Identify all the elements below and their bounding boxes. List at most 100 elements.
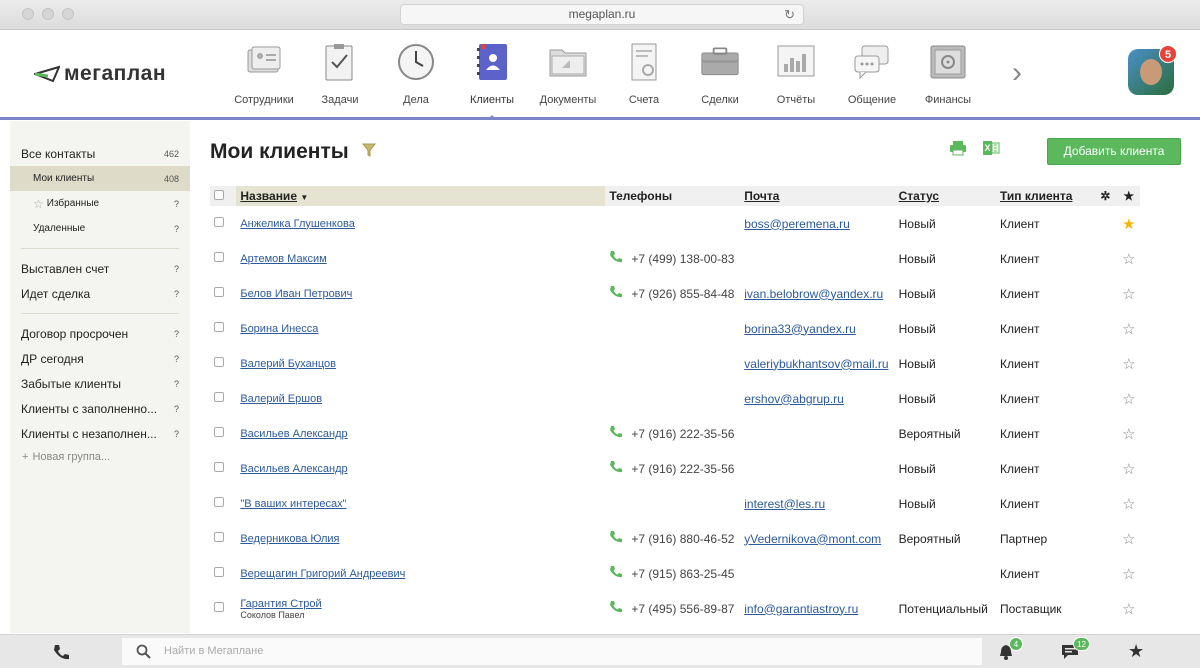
reload-icon[interactable]: ↻ bbox=[784, 5, 795, 24]
client-name-link[interactable]: "В ваших интересах" bbox=[240, 498, 346, 510]
sidebar-item-all-contacts[interactable]: Все контакты 462 bbox=[10, 141, 190, 166]
favorite-star-icon[interactable]: ☆ bbox=[1118, 241, 1140, 276]
row-checkbox[interactable] bbox=[214, 532, 224, 542]
favorite-star-icon[interactable]: ☆ bbox=[1118, 311, 1140, 346]
favorites-star-icon[interactable]: ★ bbox=[1128, 641, 1144, 662]
sidebar-item-contract-overdue[interactable]: Договор просрочен ? bbox=[10, 321, 190, 346]
favorite-star-icon[interactable]: ☆ bbox=[1118, 556, 1140, 591]
email-link[interactable]: ivan.belobrow@yandex.ru bbox=[744, 287, 883, 301]
column-name[interactable]: Название ▼ bbox=[236, 186, 606, 206]
nav-documents[interactable]: Документы bbox=[530, 40, 606, 106]
favorite-star-icon[interactable]: ☆ bbox=[1118, 451, 1140, 486]
sidebar-item-forgotten-clients[interactable]: Забытые клиенты ? bbox=[10, 371, 190, 396]
call-icon[interactable] bbox=[609, 425, 623, 442]
table-row[interactable]: Верещагин Григорий Андреевич +7 (915) 863… bbox=[210, 556, 1140, 591]
table-row[interactable]: Борина Инесса borina33@yandex.ru Новый Клие… bbox=[210, 311, 1140, 346]
client-name-link[interactable]: Анжелика Глушенкова bbox=[240, 218, 354, 230]
call-icon[interactable] bbox=[609, 565, 623, 582]
email-link[interactable]: boss@peremena.ru bbox=[744, 217, 850, 231]
email-link[interactable]: info@garantiastroy.ru bbox=[744, 602, 858, 616]
row-checkbox[interactable] bbox=[214, 322, 224, 332]
table-row[interactable]: "В ваших интересах" interest@les.ru Новый К… bbox=[210, 486, 1140, 521]
favorite-star-icon[interactable]: ★ bbox=[1118, 206, 1140, 241]
email-link[interactable]: yVedernikova@mont.com bbox=[744, 532, 881, 546]
client-name-link[interactable]: Гарантия Строй bbox=[240, 598, 321, 610]
client-name-link[interactable]: Васильев Александр bbox=[240, 463, 347, 475]
minimize-window-button[interactable] bbox=[42, 8, 54, 20]
sidebar-item-filled-clients[interactable]: Клиенты с заполненно... ? bbox=[10, 396, 190, 421]
favorite-star-icon[interactable]: ☆ bbox=[1118, 346, 1140, 381]
row-checkbox[interactable] bbox=[214, 287, 224, 297]
nav-clients[interactable]: Клиенты bbox=[454, 40, 530, 120]
favorite-star-icon[interactable]: ☆ bbox=[1118, 486, 1140, 521]
table-row[interactable]: Васильев Александр +7 (916) 222-35-56 Новы… bbox=[210, 451, 1140, 486]
column-phones[interactable]: Телефоны bbox=[605, 186, 741, 206]
email-link[interactable]: ershov@abgrup.ru bbox=[744, 392, 844, 406]
nav-finance[interactable]: Финансы bbox=[910, 40, 986, 106]
row-checkbox[interactable] bbox=[214, 217, 224, 227]
nav-invoices[interactable]: Счета bbox=[606, 40, 682, 106]
call-icon[interactable] bbox=[609, 460, 623, 477]
row-checkbox[interactable] bbox=[214, 252, 224, 262]
nav-employees[interactable]: Сотрудники bbox=[226, 40, 302, 106]
favorite-star-icon[interactable]: ☆ bbox=[1118, 276, 1140, 311]
print-icon[interactable] bbox=[949, 140, 967, 156]
sidebar-item-my-clients[interactable]: Мои клиенты 408 bbox=[10, 166, 190, 191]
favorite-star-icon[interactable]: ☆ bbox=[1118, 521, 1140, 556]
column-type[interactable]: Тип клиента bbox=[995, 186, 1094, 206]
sidebar-item-birthday-today[interactable]: ДР сегодня ? bbox=[10, 346, 190, 371]
favorite-star-icon[interactable]: ☆ bbox=[1118, 416, 1140, 451]
table-row[interactable]: Гарантия Строй Соколов Павел +7 (495) 556-… bbox=[210, 591, 1140, 626]
nav-communication[interactable]: Общение bbox=[834, 40, 910, 106]
client-name-link[interactable]: Валерий Буханцов bbox=[240, 358, 336, 370]
favorite-star-icon[interactable]: ☆ bbox=[1118, 381, 1140, 416]
add-client-button[interactable]: Добавить клиента bbox=[1047, 138, 1181, 165]
maximize-window-button[interactable] bbox=[62, 8, 74, 20]
row-checkbox[interactable] bbox=[214, 497, 224, 507]
sidebar-item-unfilled-clients[interactable]: Клиенты с незаполнен... ? bbox=[10, 421, 190, 446]
global-search-input[interactable]: Найти в Мегаплане bbox=[122, 638, 982, 665]
chevron-right-icon[interactable]: › bbox=[1012, 56, 1022, 90]
table-row[interactable]: Валерий Ершов ershov@abgrup.ru Новый Клиент… bbox=[210, 381, 1140, 416]
app-logo[interactable]: мегаплан bbox=[34, 62, 166, 86]
client-name-link[interactable]: Васильев Александр bbox=[240, 428, 347, 440]
row-checkbox[interactable] bbox=[214, 602, 224, 612]
close-window-button[interactable] bbox=[22, 8, 34, 20]
sidebar-item-deal-in-progress[interactable]: Идет сделка ? bbox=[10, 281, 190, 306]
phone-icon[interactable] bbox=[52, 643, 70, 661]
row-checkbox[interactable] bbox=[214, 357, 224, 367]
table-row[interactable]: Васильев Александр +7 (916) 222-35-56 Веро… bbox=[210, 416, 1140, 451]
sidebar-item-favorites[interactable]: ☆ Избранные ? bbox=[10, 191, 190, 216]
nav-tasks[interactable]: Задачи bbox=[302, 40, 378, 106]
new-group-link[interactable]: + Новая группа... bbox=[10, 446, 190, 468]
table-row[interactable]: Белов Иван Петрович +7 (926) 855-84-48 iva… bbox=[210, 276, 1140, 311]
call-icon[interactable] bbox=[609, 250, 623, 267]
table-row[interactable]: Анжелика Глушенкова boss@peremena.ru Новый… bbox=[210, 206, 1140, 241]
sidebar-item-deleted[interactable]: Удаленные ? bbox=[10, 216, 190, 241]
table-row[interactable]: Ведерникова Юлия +7 (916) 880-46-52 yVeder… bbox=[210, 521, 1140, 556]
client-name-link[interactable]: Борина Инесса bbox=[240, 323, 318, 335]
settings-icon[interactable]: ✲ bbox=[1093, 186, 1118, 206]
nav-deals-todo[interactable]: Дела bbox=[378, 40, 454, 106]
favorite-column-icon[interactable]: ★ bbox=[1117, 186, 1140, 206]
client-name-link[interactable]: Валерий Ершов bbox=[240, 393, 322, 405]
row-checkbox[interactable] bbox=[214, 567, 224, 577]
call-icon[interactable] bbox=[609, 285, 623, 302]
table-row[interactable]: Валерий Буханцов valeriybukhantsov@mail.r… bbox=[210, 346, 1140, 381]
client-name-link[interactable]: Артемов Максим bbox=[240, 253, 326, 265]
call-icon[interactable] bbox=[609, 530, 623, 547]
email-link[interactable]: borina33@yandex.ru bbox=[744, 322, 856, 336]
nav-deals[interactable]: Сделки bbox=[682, 40, 758, 106]
client-name-link[interactable]: Белов Иван Петрович bbox=[240, 288, 352, 300]
nav-reports[interactable]: Отчёты bbox=[758, 40, 834, 106]
select-all-checkbox[interactable] bbox=[214, 190, 224, 200]
filter-icon[interactable] bbox=[362, 143, 376, 157]
column-status[interactable]: Статус bbox=[894, 186, 996, 206]
email-link[interactable]: interest@les.ru bbox=[744, 497, 825, 511]
row-checkbox[interactable] bbox=[214, 392, 224, 402]
notifications-badge[interactable]: 5 bbox=[1159, 45, 1177, 63]
column-email[interactable]: Почта bbox=[740, 186, 895, 206]
excel-export-icon[interactable]: X bbox=[982, 140, 1000, 156]
client-name-link[interactable]: Верещагин Григорий Андреевич bbox=[240, 568, 405, 580]
favorite-star-icon[interactable]: ☆ bbox=[1118, 591, 1140, 626]
